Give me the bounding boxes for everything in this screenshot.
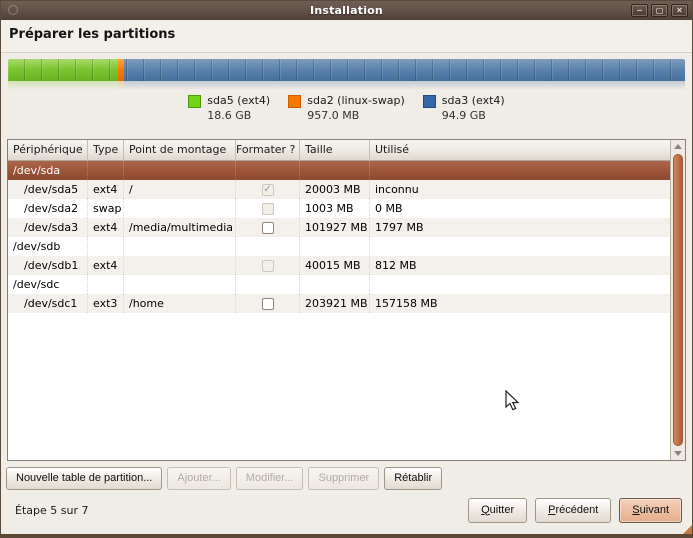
footer: Étape 5 sur 7 Quitter Précédent Suivant: [1, 494, 692, 534]
table-row-sdc1[interactable]: /dev/sdc1 ext3 /home 203921 MB 157158 MB: [8, 294, 670, 313]
cell-size: 1003 MB: [300, 199, 370, 218]
cell-size: 20003 MB: [300, 180, 370, 199]
cell-type: ext4: [88, 218, 124, 237]
titlebar[interactable]: Installation ─ ▢ ✕: [1, 1, 692, 20]
check-icon: ✓: [263, 185, 271, 195]
table-row-sda3[interactable]: /dev/sda3 ext4 /media/multimedia 101927 …: [8, 218, 670, 237]
cell-size: 101927 MB: [300, 218, 370, 237]
legend-size: 957.0 MB: [307, 109, 405, 122]
cell-device: /dev/sda5: [8, 180, 88, 199]
installer-window: Installation ─ ▢ ✕ Préparer les partitio…: [0, 0, 693, 538]
quit-button[interactable]: Quitter: [468, 498, 527, 523]
step-indicator: Étape 5 sur 7: [15, 504, 88, 517]
legend-swatch-orange-icon: [288, 95, 301, 108]
table-row-sda5[interactable]: /dev/sda5 ext4 / ✓ 20003 MB inconnu: [8, 180, 670, 199]
table-row-sdc[interactable]: /dev/sdc: [8, 275, 670, 294]
cell-size: 40015 MB: [300, 256, 370, 275]
window-title: Installation: [1, 4, 692, 17]
partition-segment-sda5: [8, 59, 118, 81]
column-header-mountpoint[interactable]: Point de montage: [124, 140, 236, 161]
cell-device: /dev/sdb1: [8, 256, 88, 275]
column-header-type[interactable]: Type: [88, 140, 124, 161]
close-icon[interactable]: ✕: [671, 4, 688, 17]
cell-used: 812 MB: [370, 256, 670, 275]
column-header-size[interactable]: Taille: [300, 140, 370, 161]
legend-label: sda2 (linux-swap): [307, 94, 405, 108]
cell-used: inconnu: [370, 180, 670, 199]
partition-bar-reflection: [8, 81, 685, 91]
cell-type: ext4: [88, 256, 124, 275]
cell-type: ext4: [88, 180, 124, 199]
cell-mountpoint: /: [124, 180, 236, 199]
legend-item: sda5 (ext4) 18.6 GB: [188, 94, 270, 122]
legend-swatch-blue-icon: [423, 95, 436, 108]
add-button: Ajouter...: [167, 467, 230, 490]
delete-button: Supprimer: [308, 467, 379, 490]
cell-device: /dev/sdb: [8, 237, 88, 256]
table-row-sda2[interactable]: /dev/sda2 swap 1003 MB 0 MB: [8, 199, 670, 218]
minimize-icon[interactable]: ─: [631, 4, 648, 17]
table-header: Périphérique Type Point de montage Forma…: [8, 140, 670, 161]
partition-legend: sda5 (ext4) 18.6 GB sda2 (linux-swap) 95…: [1, 94, 692, 122]
legend-size: 94.9 GB: [442, 109, 505, 122]
page-header: Préparer les partitions: [1, 20, 692, 53]
cell-used: 0 MB: [370, 199, 670, 218]
back-button[interactable]: Précédent: [535, 498, 611, 523]
cell-size: 203921 MB: [300, 294, 370, 313]
forward-button[interactable]: Suivant: [619, 498, 682, 523]
cell-device: /dev/sda: [8, 161, 88, 180]
format-checkbox: ✓: [262, 184, 274, 196]
partition-table: Périphérique Type Point de montage Forma…: [7, 139, 686, 461]
column-header-device[interactable]: Périphérique: [8, 140, 88, 161]
legend-swatch-green-icon: [188, 95, 201, 108]
cell-mountpoint: /home: [124, 294, 236, 313]
cell-device: /dev/sda2: [8, 199, 88, 218]
vertical-scrollbar[interactable]: [670, 140, 685, 460]
window-controls: ─ ▢ ✕: [631, 4, 688, 17]
partition-segment-sda2: [118, 59, 125, 81]
table-row-sdb1[interactable]: /dev/sdb1 ext4 40015 MB 812 MB: [8, 256, 670, 275]
scrollbar-thumb[interactable]: [673, 154, 683, 446]
legend-label: sda5 (ext4): [207, 94, 270, 108]
scroll-up-icon[interactable]: [671, 140, 685, 153]
legend-item: sda3 (ext4) 94.9 GB: [423, 94, 505, 122]
partition-actions: Nouvelle table de partition... Ajouter..…: [6, 467, 687, 490]
scroll-down-icon[interactable]: [671, 447, 685, 460]
partition-segment-sda3: [124, 59, 685, 81]
table-row-sdb[interactable]: /dev/sdb: [8, 237, 670, 256]
format-checkbox[interactable]: [262, 222, 274, 234]
maximize-icon[interactable]: ▢: [651, 4, 668, 17]
cell-device: /dev/sdc1: [8, 294, 88, 313]
partition-bar: [8, 59, 685, 81]
cell-device: /dev/sda3: [8, 218, 88, 237]
cell-device: /dev/sdc: [8, 275, 88, 294]
column-header-used[interactable]: Utilisé: [370, 140, 670, 161]
window-icon: [8, 5, 18, 15]
legend-label: sda3 (ext4): [442, 94, 505, 108]
legend-item: sda2 (linux-swap) 957.0 MB: [288, 94, 405, 122]
revert-button[interactable]: Rétablir: [384, 467, 442, 490]
format-checkbox: [262, 203, 274, 215]
navigation-buttons: Quitter Précédent Suivant: [468, 498, 682, 523]
format-checkbox: [262, 260, 274, 272]
cell-used: 1797 MB: [370, 218, 670, 237]
resize-grip[interactable]: [683, 525, 692, 534]
cell-mountpoint: /media/multimedia: [124, 218, 236, 237]
new-partition-table-button[interactable]: Nouvelle table de partition...: [6, 467, 162, 490]
legend-size: 18.6 GB: [207, 109, 270, 122]
edit-button: Modifier...: [236, 467, 304, 490]
column-header-format[interactable]: Formater ?: [236, 140, 300, 161]
table-row-sda[interactable]: /dev/sda: [8, 161, 670, 180]
partition-overview: sda5 (ext4) 18.6 GB sda2 (linux-swap) 95…: [1, 53, 692, 131]
cell-type: swap: [88, 199, 124, 218]
cell-type: ext3: [88, 294, 124, 313]
mouse-cursor: [505, 390, 522, 412]
cell-used: 157158 MB: [370, 294, 670, 313]
format-checkbox[interactable]: [262, 298, 274, 310]
page-title: Préparer les partitions: [9, 27, 692, 42]
